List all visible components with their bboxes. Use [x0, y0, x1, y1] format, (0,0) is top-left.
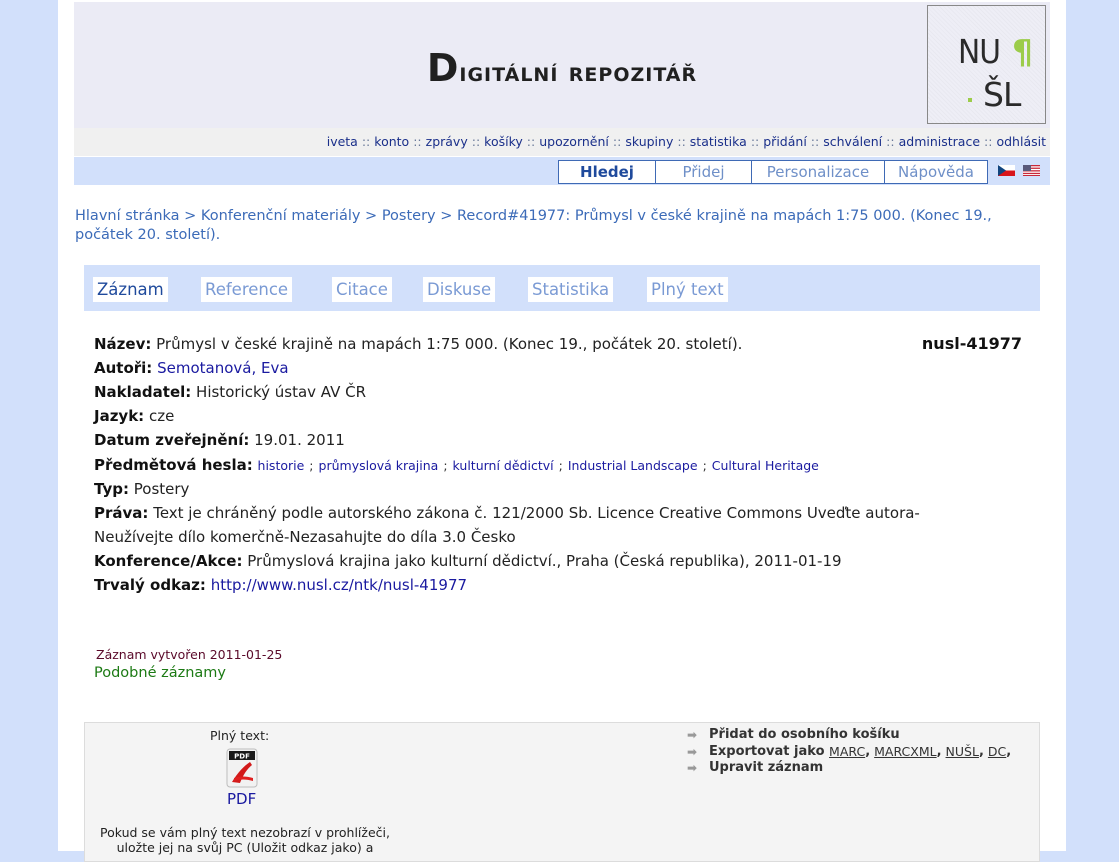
svg-text:PDF: PDF — [234, 753, 250, 761]
field-type: Typ: Postery — [94, 480, 190, 498]
tab-plny-text[interactable]: Plný text — [647, 277, 728, 302]
user-link-schvaleni[interactable]: schválení — [823, 134, 882, 149]
tab-zaznam[interactable]: Záznam — [93, 277, 168, 302]
user-menu: iveta:: konto:: zprávy:: košíky:: upozornění… — [74, 128, 1050, 156]
breadcrumb-conference-materials[interactable]: Konferenční materiály — [201, 208, 361, 224]
nusl-logo[interactable]: NU ¶ ŠL — [927, 5, 1046, 124]
keyword-link[interactable]: Cultural Heritage — [712, 458, 819, 473]
field-keywords: Předmětová hesla: historie; průmyslová kr… — [94, 456, 819, 474]
user-link-skupiny[interactable]: skupiny — [625, 134, 673, 149]
record-id: nusl-41977 — [921, 334, 1022, 353]
user-link-kosiky[interactable]: košíky — [484, 134, 523, 149]
us-flag-icon[interactable] — [1023, 165, 1040, 176]
export-marc-link[interactable]: MARC — [829, 744, 865, 761]
field-permalink: Trvalý odkaz: http://www.nusl.cz/ntk/nus… — [94, 576, 468, 594]
pdf-link[interactable]: PDF — [227, 790, 256, 808]
language-switcher — [998, 165, 1040, 176]
export-marcxml-link[interactable]: MARCXML — [874, 744, 936, 761]
breadcrumb-home[interactable]: Hlavní stránka — [75, 208, 180, 224]
site-header: Digitální repozitář NU ¶ ŠL — [74, 2, 1050, 128]
keyword-link[interactable]: průmyslová krajina — [319, 458, 439, 473]
nav-tab-napoveda[interactable]: Nápověda — [884, 161, 987, 183]
keyword-link[interactable]: historie — [258, 458, 305, 473]
czech-flag-icon[interactable] — [998, 165, 1015, 176]
tab-reference[interactable]: Reference — [201, 277, 293, 302]
field-rights: Práva: Text je chráněný podle autorského… — [94, 504, 920, 522]
main-nav-tabs: Hledej Přidej Personalizace Nápověda — [558, 160, 988, 184]
keyword-link[interactable]: Industrial Landscape — [568, 458, 698, 473]
tab-statistika[interactable]: Statistika — [528, 277, 614, 302]
user-link-upozorneni[interactable]: upozornění — [539, 134, 609, 149]
field-title: Název: Průmysl v české krajině na mapách… — [94, 335, 743, 353]
field-publisher: Nakladatel: Historický ústav AV ČR — [94, 383, 367, 401]
nav-tab-hledej[interactable]: Hledej — [559, 161, 655, 183]
nav-tab-personalizace[interactable]: Personalizace — [751, 161, 884, 183]
field-rights-cont: Neužívejte dílo komerčně-Nezasahujte do … — [94, 528, 516, 546]
fulltext-actions-box: Plný text: PDF PDF Pokud se vám plný tex… — [84, 722, 1040, 862]
user-link-iveta[interactable]: iveta — [327, 134, 358, 149]
breadcrumb-posters[interactable]: Postery — [382, 208, 436, 224]
author-link[interactable]: Semotanová, Eva — [157, 359, 288, 377]
arrow-right-icon: ➡ — [687, 744, 698, 759]
edit-record-action[interactable]: ➡ Upravit záznam — [687, 760, 1015, 777]
user-link-odhlasit[interactable]: odhlásit — [996, 134, 1046, 149]
record-tabs: Záznam Reference Citace Diskuse Statisti… — [84, 265, 1040, 311]
user-link-konto[interactable]: konto — [374, 134, 409, 149]
user-link-zpravy[interactable]: zprávy — [426, 134, 468, 149]
export-dc-link[interactable]: DC — [988, 744, 1006, 761]
arrow-right-icon: ➡ — [687, 761, 698, 775]
record-created: Záznam vytvořen 2011-01-25 — [96, 647, 283, 662]
field-language: Jazyk: cze — [94, 407, 175, 425]
add-to-basket-action[interactable]: ➡ Přidat do osobního košíku — [687, 727, 1015, 744]
field-conference: Konference/Akce: Průmyslová krajina jako… — [94, 552, 842, 570]
tab-diskuse[interactable]: Diskuse — [423, 277, 496, 302]
tab-citace[interactable]: Citace — [332, 277, 392, 302]
export-nusl-link[interactable]: NUŠL — [946, 744, 979, 761]
field-date: Datum zveřejnění: 19.01. 2011 — [94, 431, 345, 449]
user-link-statistika[interactable]: statistika — [690, 134, 747, 149]
page-container: Digitální repozitář NU ¶ ŠL iveta:: konto… — [58, 0, 1066, 862]
field-authors: Autoři: Semotanová, Eva — [94, 359, 289, 377]
main-nav: Hledej Přidej Personalizace Nápověda — [74, 157, 1050, 185]
user-link-pridani[interactable]: přidání — [763, 134, 807, 149]
nav-tab-pridej[interactable]: Přidej — [655, 161, 751, 183]
logo-dot — [968, 98, 972, 102]
breadcrumb: Hlavní stránka > Konferenční materiály >… — [75, 208, 992, 243]
permalink-link[interactable]: http://www.nusl.cz/ntk/nusl-41977 — [211, 576, 467, 594]
keyword-link[interactable]: kulturní dědictví — [453, 458, 554, 473]
record-actions: ➡ Přidat do osobního košíku ➡ Exportovat j… — [687, 727, 1015, 777]
fulltext-label: Plný text: — [210, 728, 270, 743]
similar-records-link[interactable]: Podobné záznamy — [94, 665, 226, 681]
site-title: Digitální repozitář — [426, 46, 698, 90]
arrow-right-icon: ➡ — [687, 728, 698, 742]
user-link-administrace[interactable]: administrace — [899, 134, 980, 149]
export-action: ➡ Exportovat jako MARC, MARCXML, NUŠL, DC, — [687, 743, 1012, 761]
pdf-icon[interactable]: PDF — [226, 748, 258, 788]
